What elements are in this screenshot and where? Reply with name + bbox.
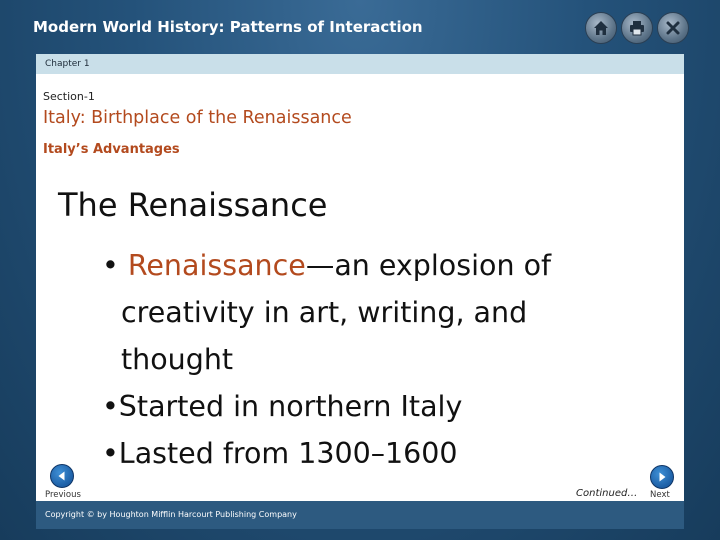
definition-line-1: an explosion of [334, 249, 552, 282]
footer-bar: Copyright © by Houghton Mifflin Harcourt… [36, 501, 684, 529]
previous-button[interactable] [50, 464, 74, 488]
arrow-left-icon [56, 467, 68, 486]
section-label: Section-1 [43, 90, 95, 103]
continued-label: Continued… [576, 488, 638, 499]
arrow-right-icon [656, 468, 668, 487]
printer-icon [629, 20, 645, 36]
slide-content: Section-1 Italy: Birthplace of the Renai… [36, 74, 684, 501]
bullet-list: • Renaissance—an explosion of creativity… [102, 242, 622, 477]
bullet-item: •Started in northern Italy [102, 390, 463, 423]
bullet-marker: • [102, 249, 119, 282]
key-term: Renaissance [127, 249, 306, 282]
definition-line-2: creativity in art, writing, and [121, 296, 528, 329]
definition-line-3: thought [121, 343, 234, 376]
chapter-bar: Chapter 1 [36, 54, 684, 74]
app-title: Modern World History: Patterns of Intera… [33, 18, 423, 36]
bullet-item: •Lasted from 1300–1600 [102, 437, 458, 470]
copyright-text: Copyright © by Houghton Mifflin Harcourt… [45, 510, 297, 519]
previous-label[interactable]: Previous [45, 490, 81, 500]
section-title: Italy: Birthplace of the Renaissance [43, 108, 352, 128]
next-label[interactable]: Next [650, 490, 670, 500]
em-dash: — [305, 249, 335, 282]
close-button[interactable] [657, 12, 689, 44]
close-icon [665, 20, 681, 36]
home-button[interactable] [585, 12, 617, 44]
chapter-label: Chapter 1 [45, 59, 90, 69]
next-button[interactable] [650, 465, 674, 489]
print-button[interactable] [621, 12, 653, 44]
slide-heading: The Renaissance [58, 186, 328, 224]
title-bar: Modern World History: Patterns of Intera… [0, 0, 720, 54]
slide-frame: Modern World History: Patterns of Intera… [0, 0, 720, 540]
home-icon [593, 20, 609, 36]
bullet-item: • Renaissance—an explosion of creativity… [102, 242, 622, 383]
subsection-title: Italy’s Advantages [43, 142, 180, 157]
